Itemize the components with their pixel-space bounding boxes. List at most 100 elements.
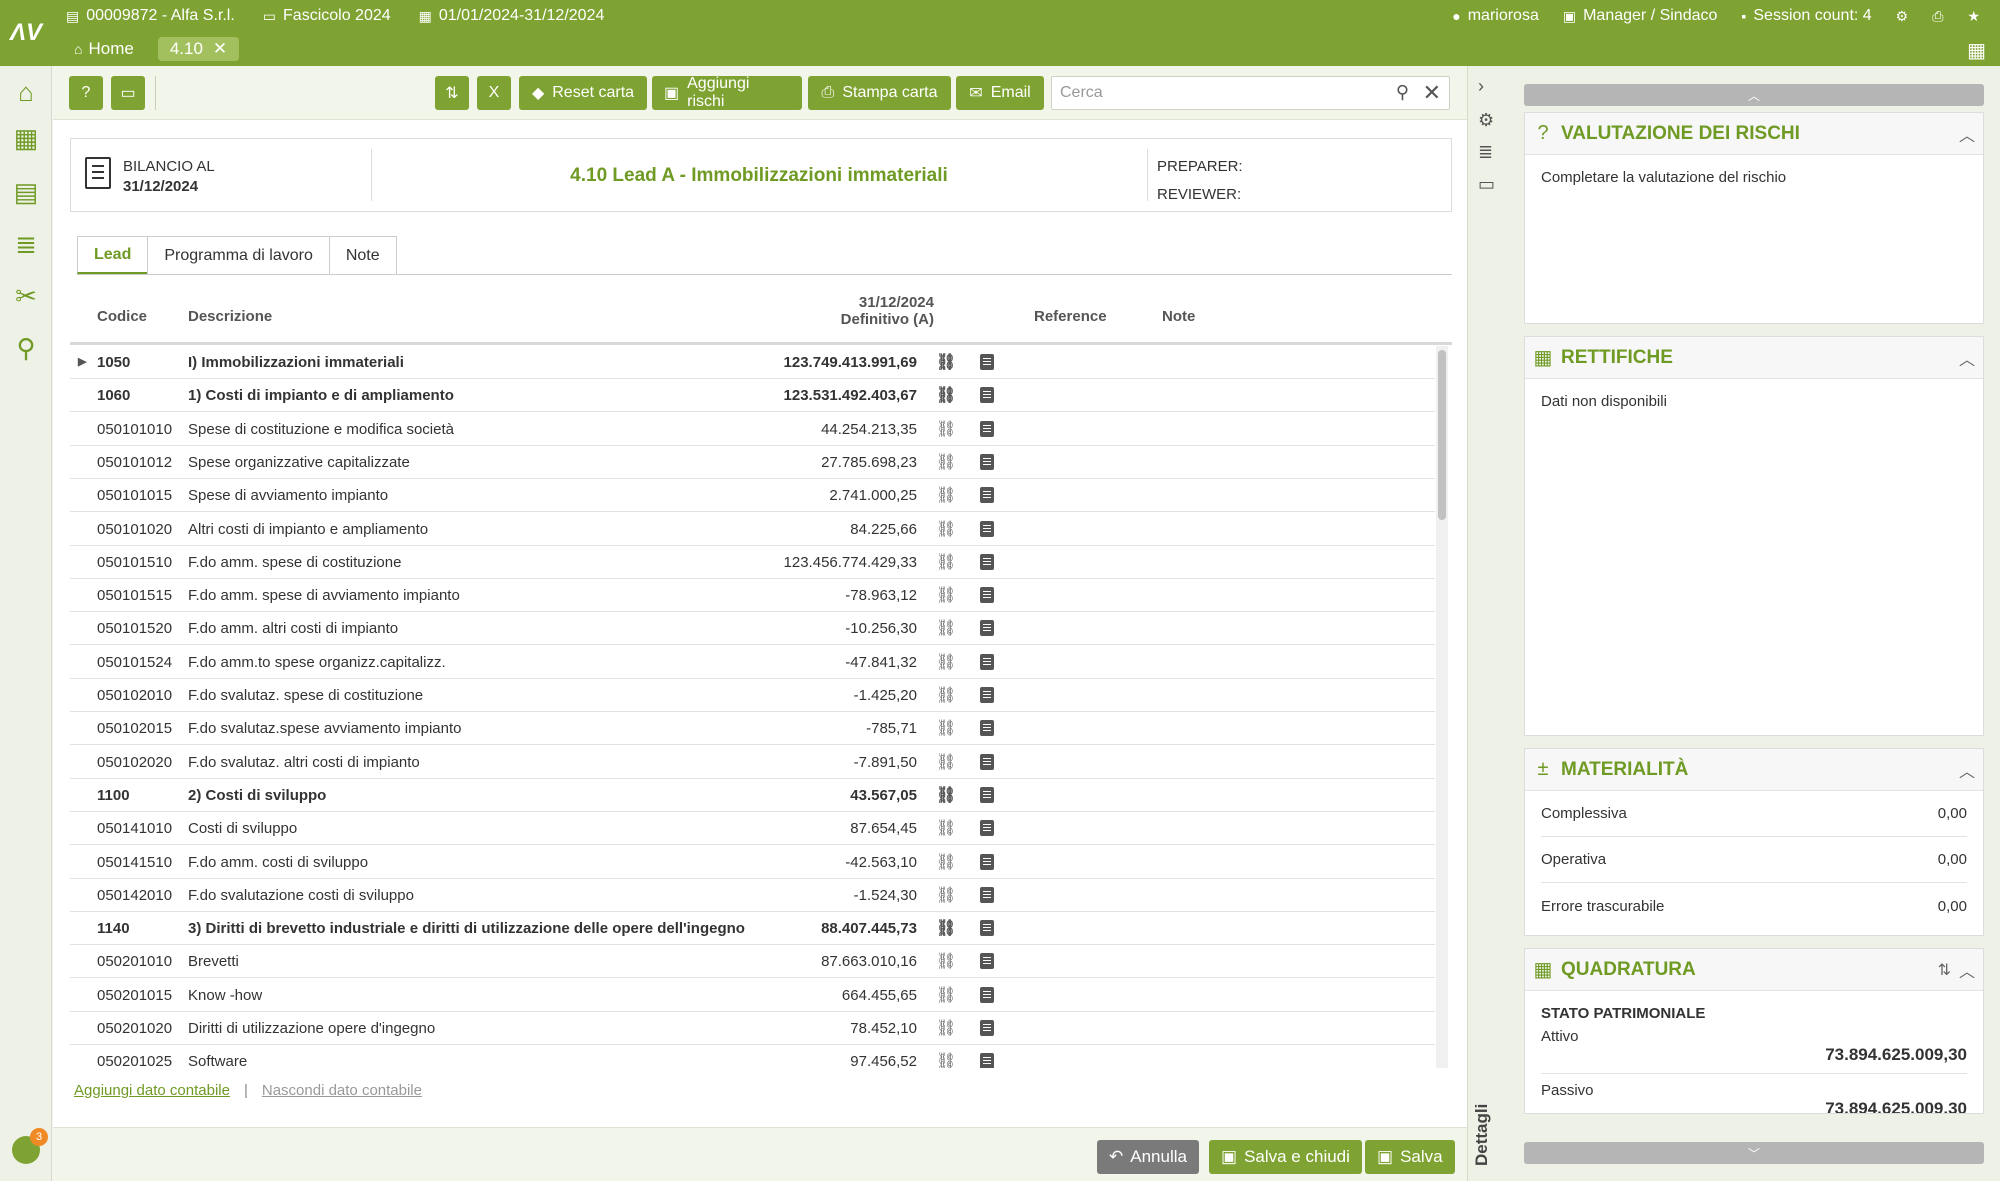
table-row[interactable]: 050201025 Software 97.456,52 ⛓ — [70, 1045, 1435, 1068]
link-icon[interactable]: ⛓ — [936, 818, 956, 838]
chevron-up-icon[interactable]: ︿ — [1959, 122, 1975, 146]
table-row[interactable]: 050142010 F.do svalutazione costi di svil… — [70, 879, 1435, 912]
book-icon[interactable] — [980, 620, 994, 637]
link-icon[interactable]: ⛓ — [936, 1051, 956, 1068]
period-selector[interactable]: ▦ 01/01/2024-31/12/2024 — [419, 7, 605, 25]
book-icon[interactable] — [980, 687, 994, 703]
details-label[interactable]: Dettagli — [1472, 1104, 1492, 1166]
book-icon[interactable] — [980, 953, 994, 970]
book-icon[interactable] — [980, 720, 994, 737]
home-tab[interactable]: ⌂ Home — [66, 39, 142, 59]
expand-icon[interactable]: ▶ — [78, 355, 86, 368]
search-icon[interactable]: ⚲ — [8, 330, 44, 366]
book-icon[interactable] — [980, 1053, 994, 1068]
col-note[interactable]: Note — [1162, 308, 1195, 325]
book-icon[interactable] — [980, 587, 994, 604]
book-icon[interactable] — [980, 886, 994, 903]
materiality-card-header[interactable]: ± MATERIALITÀ ︿ — [1525, 749, 1983, 791]
tab-work-program[interactable]: Programma di lavoro — [147, 236, 330, 274]
layers-icon[interactable]: ≣ — [1478, 142, 1493, 163]
link-icon[interactable]: ⛓ — [936, 985, 956, 1005]
table-row[interactable]: 050101012 Spese organizzative capitalizza… — [70, 446, 1435, 479]
book-icon[interactable] — [980, 387, 994, 404]
apps-grid-icon[interactable]: ▦ — [1967, 38, 1986, 63]
search-icon[interactable]: ⚲ — [1396, 82, 1409, 103]
home-icon[interactable]: ⌂ — [8, 74, 44, 110]
folder-selector[interactable]: ▭ Fascicolo 2024 — [263, 7, 391, 25]
tab-notes[interactable]: Note — [328, 236, 397, 274]
company-selector[interactable]: ▤ 00009872 - Alfa S.r.l. — [66, 7, 235, 25]
table-row[interactable]: 050102015 F.do svalutaz.spese avviamento … — [70, 712, 1435, 746]
link-icon[interactable]: ⛓ — [936, 951, 956, 971]
search-input[interactable]: Cerca ⚲ ✕ — [1051, 76, 1450, 110]
tab-lead[interactable]: Lead — [77, 236, 149, 274]
adjustments-card-header[interactable]: ▦ RETTIFICHE ︿ — [1525, 337, 1983, 379]
save-button[interactable]: ▣ Salva — [1365, 1140, 1455, 1174]
cancel-button[interactable]: ↶ Annulla — [1097, 1140, 1199, 1174]
tab-4-10[interactable]: 4.10 ✕ — [157, 37, 240, 61]
table-row[interactable]: 1060 1) Costi di impianto e di ampliament… — [70, 379, 1435, 413]
table-row[interactable]: ▶ 1050 I) Immobilizzazioni immateriali 123.… — [70, 346, 1435, 379]
book-icon[interactable] — [980, 753, 994, 770]
add-risks-button[interactable]: ▣ Aggiungi rischi — [652, 75, 802, 110]
book-icon[interactable] — [980, 853, 994, 870]
table-scrollbar[interactable] — [1436, 346, 1448, 1068]
link-icon[interactable]: ⛓ — [936, 718, 956, 738]
link-icon[interactable]: ⛓ — [936, 452, 956, 472]
sync-button[interactable]: ⇅ — [435, 76, 469, 110]
link-icon[interactable]: ⛓ — [936, 885, 956, 905]
table-row[interactable]: 050201015 Know -how 664.455,65 ⛓ — [70, 979, 1435, 1012]
book-icon[interactable] — [980, 786, 994, 803]
hide-account-link[interactable]: Nascondi dato contabile — [262, 1082, 422, 1099]
help-button[interactable]: ? — [69, 76, 103, 110]
document-icon[interactable]: ▤ — [8, 174, 44, 210]
chevron-up-icon[interactable]: ︿ — [1959, 758, 1975, 782]
panel-scroll-down[interactable]: ﹀ — [1524, 1142, 1984, 1164]
table-row[interactable]: 1100 2) Costi di sviluppo 43.567,05 ⛓ — [70, 779, 1435, 812]
link-icon[interactable]: ⛓ — [936, 352, 956, 372]
risk-card-header[interactable]: ? VALUTAZIONE DEI RISCHI ︿ — [1525, 113, 1983, 155]
table-row[interactable]: 050102010 F.do svalutaz. spese di costitu… — [70, 679, 1435, 712]
table-row[interactable]: 050102020 F.do svalutaz. altri costi di i… — [70, 746, 1435, 779]
link-icon[interactable]: ⛓ — [936, 419, 956, 439]
reset-button[interactable]: ◆ Reset carta — [519, 76, 647, 110]
link-icon[interactable]: ⛓ — [936, 519, 956, 539]
link-icon[interactable]: ⛓ — [936, 652, 956, 672]
chevron-up-icon[interactable]: ︿ — [1959, 958, 1975, 982]
email-button[interactable]: ✉ Email — [956, 76, 1044, 110]
col-code[interactable]: Codice — [97, 308, 147, 325]
panel-scroll-up[interactable]: ︿ — [1524, 84, 1984, 106]
col-description[interactable]: Descrizione — [188, 308, 272, 325]
panel-icon[interactable]: ▭ — [1478, 174, 1495, 195]
link-icon[interactable]: ⛓ — [936, 385, 956, 405]
book-icon[interactable] — [980, 520, 994, 537]
book-icon[interactable] — [980, 354, 994, 370]
clear-search-icon[interactable]: ✕ — [1423, 80, 1441, 106]
scrollbar-thumb[interactable] — [1438, 350, 1446, 520]
chevron-right-icon[interactable]: › — [1478, 76, 1484, 97]
table-row[interactable]: 050101520 F.do amm. altri costi di impian… — [70, 612, 1435, 646]
table-row[interactable]: 050201020 Diritti di utilizzazione opere … — [70, 1012, 1435, 1045]
app-logo[interactable]: ΛV — [0, 0, 52, 66]
table-row[interactable]: 050101020 Altri costi di impianto e ampli… — [70, 513, 1435, 546]
excel-button[interactable]: X — [477, 76, 511, 110]
col-reference[interactable]: Reference — [1034, 308, 1107, 325]
balance-card-header[interactable]: ▦ QUADRATURA ⇅ ︿ — [1525, 949, 1983, 991]
role-menu[interactable]: ▣ Manager / Sindaco — [1563, 7, 1718, 25]
book-icon[interactable] — [980, 653, 994, 670]
save-close-button[interactable]: ▣ Salva e chiudi — [1209, 1140, 1362, 1174]
book-icon[interactable] — [980, 820, 994, 837]
chevron-up-icon[interactable]: ︿ — [1959, 346, 1975, 370]
avatar[interactable]: 3 — [12, 1128, 48, 1164]
refresh-icon[interactable]: ⇅ — [1938, 960, 1951, 980]
settings-icon[interactable]: ⚙ — [1896, 9, 1909, 23]
screen-button[interactable]: ▭ — [111, 76, 145, 110]
link-icon[interactable]: ⛓ — [936, 852, 956, 872]
table-row[interactable]: 050101010 Spese di costituzione e modific… — [70, 413, 1435, 446]
link-icon[interactable]: ⛓ — [936, 685, 956, 705]
table-row[interactable]: 050201010 Brevetti 87.663.010,16 ⛓ — [70, 945, 1435, 979]
tools-icon[interactable]: ✂ — [8, 278, 44, 314]
link-icon[interactable]: ⛓ — [936, 918, 956, 938]
user-menu[interactable]: ● mariorosa — [1452, 7, 1539, 25]
book-icon[interactable] — [980, 420, 994, 437]
